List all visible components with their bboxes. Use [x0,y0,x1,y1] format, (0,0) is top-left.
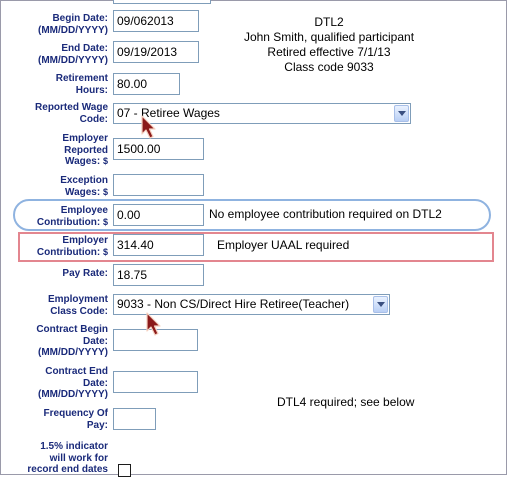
contract-begin-date-format-text: (MM/DD/YYYY) [38,347,108,358]
data-entry-form: Begin Date: (MM/DD/YYYY) 09/062013 End D… [0,0,507,477]
pay-rate-label-text: Pay Rate: [62,268,108,279]
indicator-label: 1.5% indicator will work for record end … [1,441,108,476]
retirement-hours-label: Retirement Hours: [1,73,108,96]
employer-contribution-label: Employer Contribution: $ [1,235,108,258]
chevron-down-icon[interactable] [373,296,388,313]
employee-contribution-note: No employee contribution required on DTL… [209,207,442,221]
employer-reported-wages-unit: $ [102,156,108,166]
end-date-label-text: End Date: [61,43,108,54]
previous-field-input[interactable] [113,0,211,4]
retirement-hours-label-line1: Retirement [55,73,108,84]
contract-end-date-label: Contract End Date: (MM/DD/YYYY) [1,366,108,401]
contract-end-date-label-line2: Date: [82,377,108,389]
employee-contribution-label: Employee Contribution: $ [1,205,108,228]
indicator-label-line1: 1.5% indicator [40,441,108,452]
employer-reported-wages-label: Employer Reported Wages: $ [1,133,108,168]
employee-contribution-label-line1: Employee [60,205,108,216]
employer-contribution-label-line2: Contribution: [36,246,101,258]
dtl2-annotation: DTL2 John Smith, qualified participant R… [231,15,427,75]
end-date-label: End Date: (MM/DD/YYYY) [1,43,108,66]
exception-wages-input[interactable] [113,174,204,196]
frequency-of-pay-label-line1: Frequency Of [43,408,108,419]
employer-contribution-note: Employer UAAL required [217,238,350,252]
employer-contribution-label-line1: Employer [62,235,108,246]
employment-class-code-label-line2: Class Code: [50,305,108,317]
begin-date-format-text: (MM/DD/YYYY) [38,24,108,36]
indicator-label-line2: will work for [49,452,108,464]
employer-reported-wages-label-line2: Reported [64,144,108,156]
reported-wage-code-label: Reported Wage Code: [1,102,108,125]
employee-contribution-label-line2: Contribution: [36,216,101,228]
contract-begin-date-label: Contract Begin Date: (MM/DD/YYYY) [1,324,108,359]
contract-begin-date-label-line2: Date: [82,335,108,347]
reported-wage-code-label-line1: Reported Wage [35,102,108,113]
employment-class-code-selected: 9033 - Non CS/Direct Hire Retiree(Teache… [117,297,350,311]
frequency-of-pay-label-line2: Pay: [86,419,108,431]
employment-class-code-label-line1: Employment [47,294,108,305]
exception-wages-label-line2: Wages: [65,186,101,198]
exception-wages-label-line1: Exception [60,175,108,186]
reported-wage-code-label-line2: Code: [79,113,108,125]
mouse-pointer-icon [141,115,156,139]
retirement-hours-input[interactable]: 80.00 [113,73,180,95]
employment-class-code-label: Employment Class Code: [1,294,108,317]
dtl2-participant: John Smith, qualified participant [243,30,415,44]
exception-wages-label: Exception Wages: $ [1,175,108,198]
end-date-format-text: (MM/DD/YYYY) [38,54,108,66]
employer-contribution-input[interactable]: 314.40 [113,234,204,256]
pay-rate-label: Pay Rate: [1,268,108,280]
chevron-down-icon[interactable] [394,105,409,122]
begin-date-label-text: Begin Date: [52,13,108,24]
dtl2-retired-effective: Retired effective 7/1/13 [267,45,391,59]
reported-wage-code-selected: 07 - Retiree Wages [117,106,220,120]
dtl2-title: DTL2 [314,15,344,29]
frequency-of-pay-label: Frequency Of Pay: [1,408,108,431]
contract-begin-date-label-line1: Contract Begin [36,324,108,335]
employer-reported-wages-label-line3: Wages: [65,156,101,167]
exception-wages-unit: $ [102,186,108,197]
contract-end-date-format-text: (MM/DD/YYYY) [38,389,108,400]
contract-end-date-label-line1: Contract End [45,366,108,377]
employee-contribution-unit: $ [102,216,108,227]
dtl4-note: DTL4 required; see below [277,395,415,409]
begin-date-label: Begin Date: (MM/DD/YYYY) [1,13,108,36]
indicator-label-line3: record end dates [27,464,108,475]
contract-end-date-input[interactable] [113,371,198,393]
indicator-checkbox[interactable] [118,464,131,477]
employer-reported-wages-input[interactable]: 1500.00 [113,138,204,160]
employer-contribution-unit: $ [102,246,108,257]
frequency-of-pay-input[interactable] [113,408,156,430]
retirement-hours-label-line2: Hours: [75,84,108,96]
mouse-pointer-icon [146,312,161,336]
end-date-input[interactable]: 09/19/2013 [113,41,199,63]
pay-rate-input[interactable]: 18.75 [113,264,204,286]
begin-date-input[interactable]: 09/062013 [113,10,199,32]
dtl2-class-code: Class code 9033 [284,60,374,74]
employee-contribution-input[interactable]: 0.00 [113,204,204,226]
employer-reported-wages-label-line1: Employer [62,133,108,144]
